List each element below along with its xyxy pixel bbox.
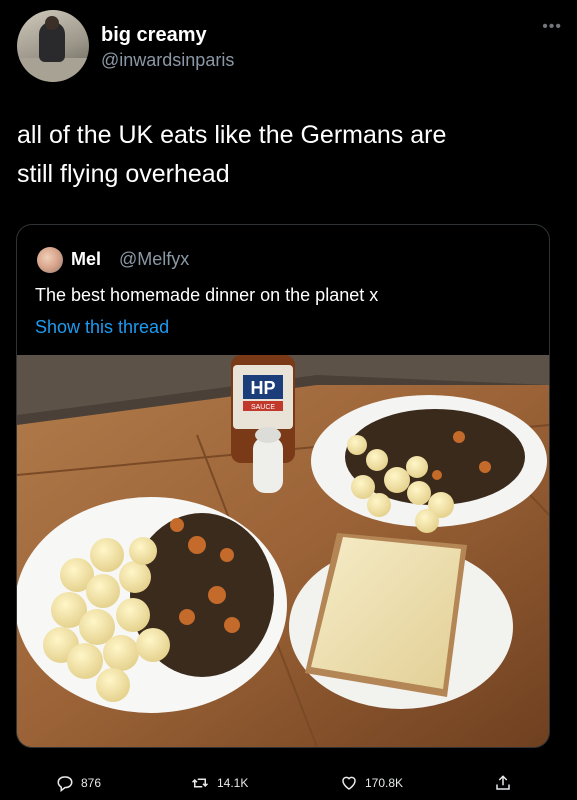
- tweet-header: big creamy @inwardsinparis •••: [17, 10, 562, 84]
- quoted-tweet[interactable]: Mel @Melfyx The best homemade dinner on …: [16, 224, 550, 748]
- quoted-name[interactable]: Mel: [71, 249, 101, 270]
- reply-icon: [57, 776, 73, 792]
- tweet-text: all of the UK eats like the Germans are …: [17, 116, 557, 194]
- author-name[interactable]: big creamy: [101, 24, 207, 47]
- quoted-handle[interactable]: @Melfyx: [119, 249, 189, 270]
- author-handle[interactable]: @inwardsinparis: [101, 50, 234, 71]
- retweet-icon: [191, 778, 209, 788]
- tweet-text-line-1: all of the UK eats like the Germans are: [17, 121, 447, 149]
- author-avatar[interactable]: [17, 10, 89, 82]
- dinner-photo[interactable]: HP SAUCE: [17, 355, 549, 747]
- like-button[interactable]: 170.8K: [340, 772, 403, 794]
- like-count: 170.8K: [365, 776, 404, 790]
- more-dots-icon[interactable]: •••: [542, 18, 562, 36]
- bottle-sublabel: SAUCE: [251, 404, 275, 411]
- quoted-text: The best homemade dinner on the planet x: [35, 285, 379, 305]
- show-thread-link[interactable]: Show this thread: [35, 317, 169, 338]
- share-button[interactable]: [494, 772, 512, 794]
- reply-count: 876: [81, 776, 102, 790]
- avatar-head: [45, 16, 59, 30]
- quoted-avatar[interactable]: [37, 247, 63, 273]
- retweet-button[interactable]: 14.1K: [190, 772, 248, 794]
- salt-shaker: [253, 427, 283, 493]
- tweet-actions: 876 14.1K 170.8K: [0, 766, 577, 800]
- tweet-text-line-2: still flying overhead: [17, 160, 230, 188]
- retweet-count: 14.1K: [217, 776, 249, 790]
- share-icon: [496, 775, 510, 790]
- plate-left: [17, 497, 287, 713]
- heart-icon: [342, 776, 356, 790]
- reply-button[interactable]: 876: [56, 772, 101, 794]
- bottle-label: HP: [250, 378, 275, 398]
